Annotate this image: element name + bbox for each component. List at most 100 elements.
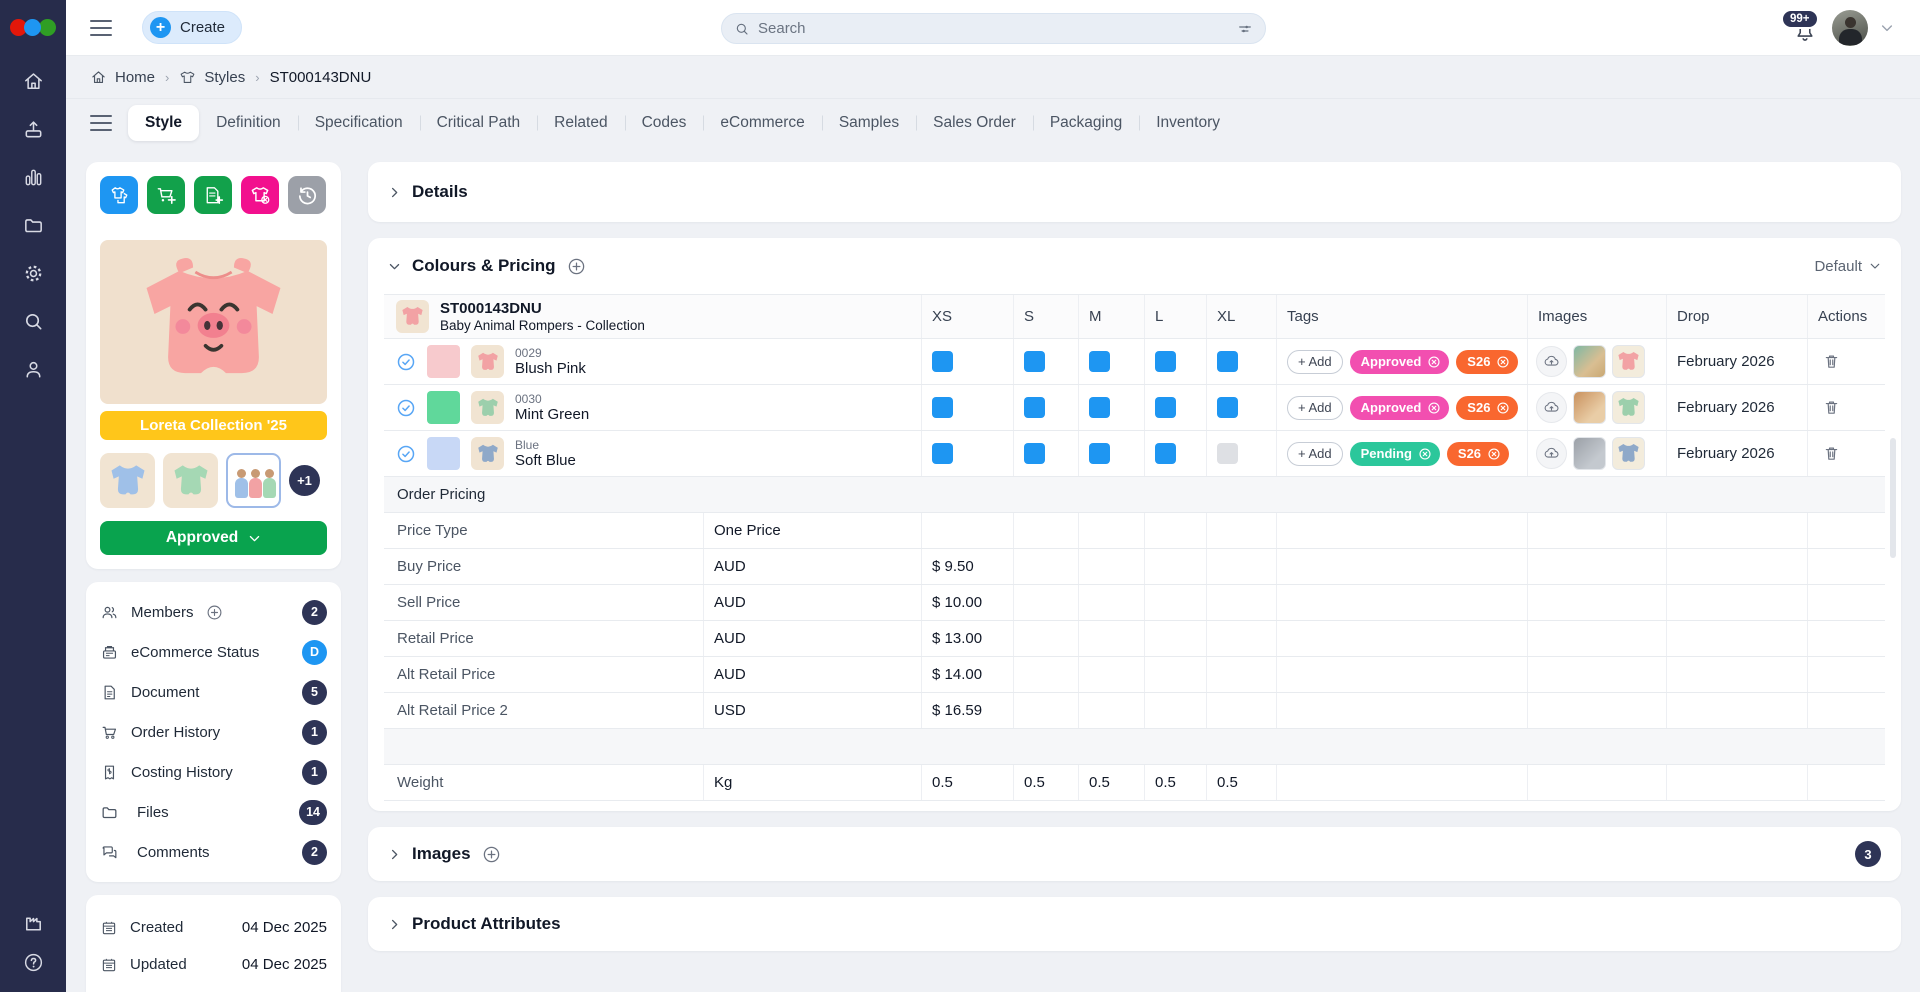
filter-tune-icon[interactable]	[1237, 21, 1253, 37]
size-checkbox-l[interactable]	[1155, 351, 1176, 372]
add-document-button[interactable]	[194, 176, 232, 214]
row-selected-check-icon[interactable]	[396, 398, 416, 418]
lifestyle-photo-thumbnail[interactable]	[1573, 437, 1606, 470]
menu-item-members[interactable]: Members 2	[100, 592, 327, 632]
status-dropdown-button[interactable]: Approved	[100, 521, 327, 555]
pricing-currency[interactable]: USD	[704, 693, 922, 728]
remove-tag-icon[interactable]	[1496, 355, 1510, 369]
profile-person-icon[interactable]	[22, 358, 45, 381]
size-checkbox-m[interactable]	[1089, 443, 1110, 464]
size-checkbox-xl[interactable]	[1217, 351, 1238, 372]
remove-tag-icon[interactable]	[1418, 447, 1432, 461]
size-checkbox-s[interactable]	[1024, 397, 1045, 418]
global-search[interactable]	[721, 13, 1266, 44]
remove-tag-icon[interactable]	[1496, 401, 1510, 415]
menu-item-comments[interactable]: Comments 2	[100, 832, 327, 872]
size-checkbox-m[interactable]	[1089, 397, 1110, 418]
colorway-thumbnail[interactable]	[471, 391, 504, 424]
upload-image-button[interactable]	[1536, 438, 1567, 469]
menu-item-document[interactable]: Document 5	[100, 672, 327, 712]
flat-sketch-thumbnail[interactable]	[1612, 437, 1645, 470]
tab-sales-order[interactable]: Sales Order	[916, 105, 1033, 141]
menu-item-files[interactable]: Files 14	[100, 792, 327, 832]
tag-s26[interactable]: S26	[1456, 396, 1518, 420]
add-colorway-icon[interactable]	[567, 257, 586, 276]
tab-packaging[interactable]: Packaging	[1033, 105, 1139, 141]
upload-image-button[interactable]	[1536, 392, 1567, 423]
tag-pending[interactable]: Pending	[1350, 442, 1440, 466]
tabs-hamburger-icon[interactable]	[90, 115, 112, 131]
size-checkbox-xs[interactable]	[932, 351, 953, 372]
pricing-currency[interactable]: One Price	[704, 513, 922, 548]
more-images-badge[interactable]: +1	[289, 465, 320, 496]
menu-item-order-history[interactable]: Order History 1	[100, 712, 327, 752]
chevron-down-icon[interactable]	[388, 260, 401, 273]
images-section-title[interactable]: Images	[412, 844, 471, 864]
remove-style-button[interactable]	[241, 176, 279, 214]
tag-approved[interactable]: Approved	[1350, 350, 1450, 374]
row-selected-check-icon[interactable]	[396, 444, 416, 464]
chevron-right-icon[interactable]	[388, 848, 401, 861]
collection-banner[interactable]: Loreta Collection '25	[100, 411, 327, 440]
breadcrumb-home[interactable]: Home	[90, 69, 155, 86]
tab-specification[interactable]: Specification	[298, 105, 420, 141]
folder-icon[interactable]	[22, 214, 45, 237]
flat-sketch-thumbnail[interactable]	[1612, 345, 1645, 378]
home-icon[interactable]	[22, 70, 45, 93]
weight-value-m[interactable]: 0.5	[1079, 765, 1145, 800]
help-icon[interactable]	[22, 951, 45, 974]
thumbnail-blue-romper[interactable]	[100, 453, 155, 508]
upload-icon[interactable]	[22, 118, 45, 141]
menu-item-ecommerce-status[interactable]: eCommerce Status D	[100, 632, 327, 672]
menu-item-costing-history[interactable]: Costing History 1	[100, 752, 327, 792]
weight-value-xl[interactable]: 0.5	[1207, 765, 1277, 800]
remove-tag-icon[interactable]	[1487, 447, 1501, 461]
tab-samples[interactable]: Samples	[822, 105, 916, 141]
remove-tag-icon[interactable]	[1427, 355, 1441, 369]
lifestyle-photo-thumbnail[interactable]	[1573, 391, 1606, 424]
size-checkbox-l[interactable]	[1155, 397, 1176, 418]
lifestyle-photo-thumbnail[interactable]	[1573, 345, 1606, 378]
upload-image-button[interactable]	[1536, 346, 1567, 377]
style-hero-image[interactable]	[100, 240, 327, 404]
pricing-currency[interactable]: AUD	[704, 585, 922, 620]
menu-hamburger-icon[interactable]	[90, 20, 112, 36]
tab-critical-path[interactable]: Critical Path	[420, 105, 538, 141]
colorway-thumbnail[interactable]	[471, 437, 504, 470]
tab-ecommerce[interactable]: eCommerce	[703, 105, 821, 141]
size-checkbox-m[interactable]	[1089, 351, 1110, 372]
create-button[interactable]: + Create	[142, 11, 242, 44]
notifications-button[interactable]: 99+	[1794, 13, 1820, 43]
add-to-order-button[interactable]	[147, 176, 185, 214]
flat-sketch-thumbnail[interactable]	[1612, 391, 1645, 424]
add-tag-button[interactable]: + Add	[1287, 350, 1343, 374]
tab-definition[interactable]: Definition	[199, 105, 298, 141]
chevron-right-icon[interactable]	[388, 918, 401, 931]
weight-value-l[interactable]: 0.5	[1145, 765, 1207, 800]
details-section-title[interactable]: Details	[412, 182, 468, 202]
pricing-value[interactable]: $ 10.00	[922, 585, 1014, 620]
row-selected-check-icon[interactable]	[396, 352, 416, 372]
search-nav-icon[interactable]	[22, 310, 45, 333]
account-chevron-down-icon[interactable]	[1880, 21, 1894, 35]
settings-gear-icon[interactable]	[22, 262, 45, 285]
breadcrumb-styles[interactable]: Styles	[179, 69, 245, 86]
add-image-icon[interactable]	[482, 845, 501, 864]
thumbnail-green-romper[interactable]	[163, 453, 218, 508]
tab-related[interactable]: Related	[537, 105, 624, 141]
size-checkbox-l[interactable]	[1155, 443, 1176, 464]
thumbnail-babies-photo[interactable]	[226, 453, 281, 508]
tag-approved[interactable]: Approved	[1350, 396, 1450, 420]
tab-style[interactable]: Style	[128, 105, 199, 141]
size-checkbox-xl[interactable]	[1217, 443, 1238, 464]
tab-codes[interactable]: Codes	[625, 105, 704, 141]
add-tag-button[interactable]: + Add	[1287, 442, 1343, 466]
pricing-currency[interactable]: AUD	[704, 549, 922, 584]
size-checkbox-xl[interactable]	[1217, 397, 1238, 418]
pricing-value[interactable]: $ 16.59	[922, 693, 1014, 728]
size-checkbox-xs[interactable]	[932, 397, 953, 418]
delete-colorway-button[interactable]	[1822, 398, 1842, 418]
pricing-value[interactable]: $ 13.00	[922, 621, 1014, 656]
product-attributes-title[interactable]: Product Attributes	[412, 914, 561, 934]
pricing-value[interactable]	[922, 513, 1014, 548]
